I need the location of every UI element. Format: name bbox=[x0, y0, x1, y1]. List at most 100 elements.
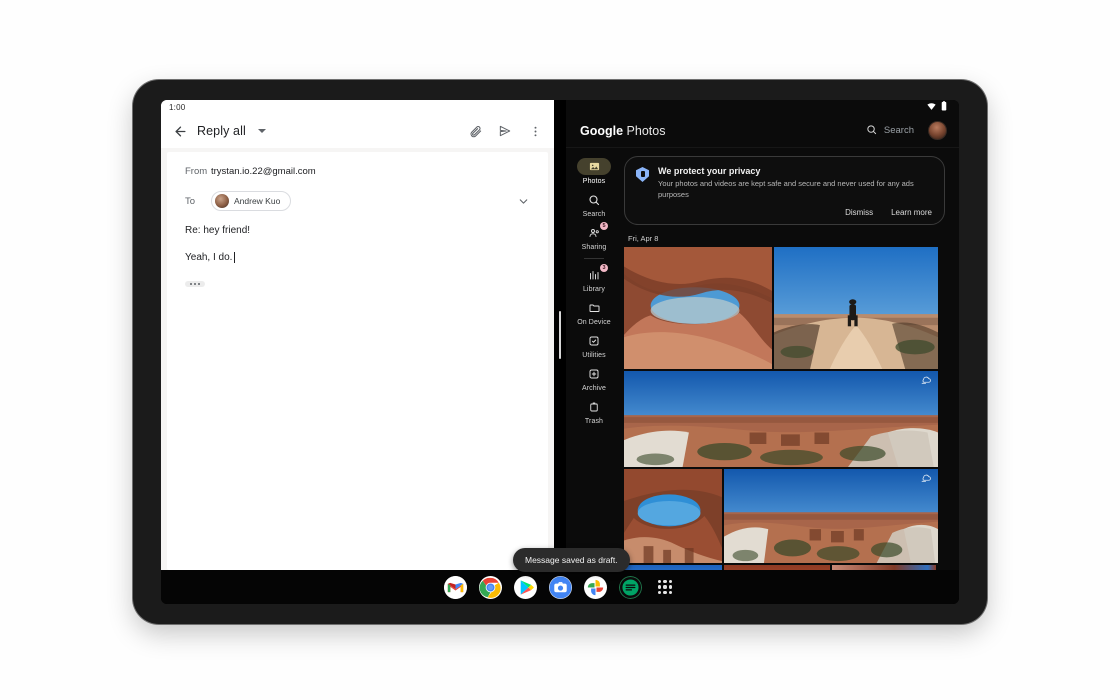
photo-partial-c[interactable] bbox=[832, 564, 936, 570]
arrow-back-icon[interactable] bbox=[169, 120, 191, 142]
search-icon bbox=[866, 122, 877, 140]
divider-grip-handle[interactable] bbox=[559, 311, 561, 359]
account-avatar[interactable] bbox=[928, 121, 947, 140]
split-screen-panes: 1:00 Reply all From trystan.io.22@gmail.… bbox=[161, 100, 959, 570]
photos-status-bar bbox=[566, 100, 959, 114]
recipient-name: Andrew Kuo bbox=[234, 196, 281, 206]
search-placeholder: Search bbox=[883, 125, 914, 136]
brand-google: Google bbox=[580, 123, 624, 138]
nav-item-search[interactable]: Search bbox=[566, 187, 622, 220]
photo-row bbox=[624, 564, 951, 570]
search-input[interactable]: Search bbox=[866, 122, 914, 140]
nav-item-trash[interactable]: Trash bbox=[566, 394, 622, 427]
brand-photos: Photos bbox=[626, 123, 666, 138]
more-vert-icon[interactable] bbox=[526, 122, 544, 140]
gmail-actions bbox=[466, 122, 544, 140]
dock-play[interactable] bbox=[514, 575, 537, 599]
photo-row bbox=[624, 370, 951, 467]
photo-partial-a[interactable] bbox=[624, 564, 722, 570]
dock-camera[interactable] bbox=[549, 575, 572, 599]
tablet-device-frame: 1:00 Reply all From trystan.io.22@gmail.… bbox=[133, 80, 987, 624]
dock-photos[interactable] bbox=[584, 575, 607, 599]
gmail-app-bar: Reply all bbox=[161, 114, 554, 148]
text-cursor bbox=[234, 252, 236, 263]
nav-item-label: Archive bbox=[581, 385, 607, 392]
chevron-down-icon[interactable] bbox=[517, 195, 530, 208]
compose-mode-title: Reply all bbox=[197, 124, 246, 138]
nav-badge: 5 bbox=[600, 222, 608, 230]
search-icon bbox=[577, 191, 611, 208]
photo-arch-rock[interactable] bbox=[624, 246, 772, 369]
nav-divider bbox=[584, 258, 604, 259]
subject-field[interactable]: Re: hey friend! bbox=[185, 225, 530, 236]
paperclip-icon[interactable] bbox=[466, 122, 484, 140]
app-brand: Google Photos bbox=[580, 124, 665, 138]
status-clock: 1:00 bbox=[169, 102, 186, 112]
ellipsis-icon[interactable] bbox=[185, 281, 205, 287]
shield-privacy-icon bbox=[636, 167, 649, 182]
photo-canyon-pano-2[interactable] bbox=[724, 468, 938, 563]
photo-hiker-ridge[interactable] bbox=[774, 246, 938, 369]
to-field[interactable]: To Andrew Kuo bbox=[185, 191, 530, 211]
photos-body: Photos Search 5 Sharing 3 Library On Device Uti… bbox=[566, 148, 959, 570]
message-body-text: Yeah, I do. bbox=[185, 252, 233, 263]
photos-content: We protect your privacy Your photos and … bbox=[622, 148, 959, 570]
library-icon: 3 bbox=[577, 264, 611, 283]
message-body-field[interactable]: Yeah, I do. bbox=[185, 252, 530, 263]
folder-icon bbox=[577, 299, 611, 316]
photo-row bbox=[624, 246, 951, 369]
compose-sheet: From trystan.io.22@gmail.com To Andrew K… bbox=[167, 152, 548, 570]
privacy-title: We protect your privacy bbox=[658, 166, 761, 176]
photo-row bbox=[624, 468, 951, 563]
dismiss-button[interactable]: Dismiss bbox=[845, 208, 873, 217]
dock-messages[interactable] bbox=[619, 575, 642, 599]
google-photos-pane: Google Photos Search Photos Search 5 Shari bbox=[566, 100, 959, 570]
nav-item-label: Utilities bbox=[582, 352, 606, 359]
privacy-banner: We protect your privacy Your photos and … bbox=[624, 156, 945, 225]
photos-icon bbox=[577, 158, 611, 175]
photos-app-bar: Google Photos Search bbox=[566, 114, 959, 148]
nav-item-label: Photos bbox=[582, 178, 606, 185]
gmail-pane: 1:00 Reply all From trystan.io.22@gmail.… bbox=[161, 100, 554, 570]
sharing-icon: 5 bbox=[577, 222, 611, 241]
toast-message: Message saved as draft. bbox=[513, 548, 630, 572]
photos-nav-rail: Photos Search 5 Sharing 3 Library On Device Uti… bbox=[566, 148, 622, 570]
tablet-screen: 1:00 Reply all From trystan.io.22@gmail.… bbox=[161, 100, 959, 604]
avatar bbox=[215, 194, 229, 208]
nav-item-utilities[interactable]: Utilities bbox=[566, 328, 622, 361]
nav-item-label: Library bbox=[582, 286, 606, 293]
nav-item-label: Trash bbox=[584, 418, 604, 425]
learn-more-button[interactable]: Learn more bbox=[891, 208, 932, 217]
split-screen-divider[interactable] bbox=[554, 100, 566, 570]
screenshot-root: 1:00 Reply all From trystan.io.22@gmail.… bbox=[0, 0, 1120, 700]
photo-window-arch[interactable] bbox=[624, 468, 722, 563]
cloud-backup-icon bbox=[921, 376, 931, 384]
gmail-status-bar: 1:00 bbox=[161, 100, 554, 114]
privacy-actions: Dismiss Learn more bbox=[658, 208, 932, 217]
recipient-chip[interactable]: Andrew Kuo bbox=[211, 191, 292, 211]
nav-item-library[interactable]: 3 Library bbox=[566, 262, 622, 295]
nav-item-label: Sharing bbox=[581, 244, 607, 251]
photo-partial-b[interactable] bbox=[724, 564, 830, 570]
caret-down-icon[interactable] bbox=[257, 129, 266, 133]
nav-item-photos[interactable]: Photos bbox=[566, 154, 622, 187]
photo-canyon-pano[interactable] bbox=[624, 370, 938, 467]
dock-chrome[interactable] bbox=[479, 575, 502, 599]
app-drawer-icon[interactable] bbox=[654, 576, 676, 598]
nav-item-sharing[interactable]: 5 Sharing bbox=[566, 220, 622, 253]
from-field[interactable]: From trystan.io.22@gmail.com bbox=[185, 166, 530, 177]
dock-gmail[interactable] bbox=[444, 575, 467, 599]
nav-item-archive[interactable]: Archive bbox=[566, 361, 622, 394]
privacy-description: Your photos and videos are kept safe and… bbox=[658, 179, 914, 199]
send-icon[interactable] bbox=[496, 122, 514, 140]
to-label: To bbox=[185, 195, 196, 207]
nav-item-on-device[interactable]: On Device bbox=[566, 295, 622, 328]
utilities-icon bbox=[577, 332, 611, 349]
nav-item-label: Search bbox=[582, 211, 606, 218]
trash-icon bbox=[577, 398, 611, 415]
archive-icon bbox=[577, 365, 611, 382]
from-label: From bbox=[185, 166, 208, 177]
photo-grid bbox=[624, 246, 951, 570]
cloud-backup-icon bbox=[921, 474, 931, 482]
taskbar-dock bbox=[161, 570, 959, 604]
